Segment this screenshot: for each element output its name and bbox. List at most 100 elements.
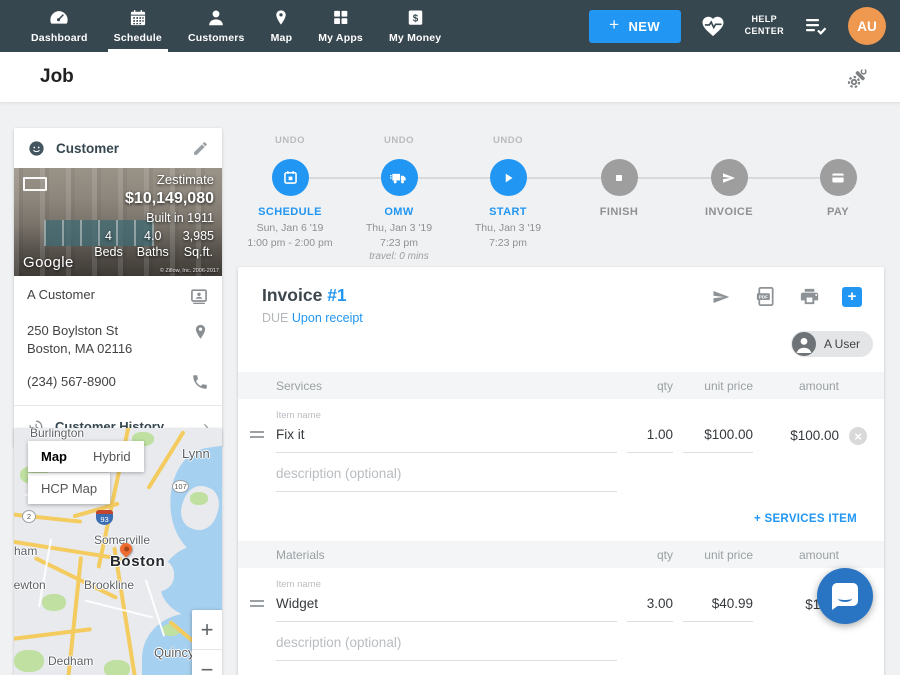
zoom-out-button[interactable]: −	[192, 650, 222, 675]
assignee-name: A User	[824, 337, 860, 351]
person-icon	[205, 8, 227, 28]
nav-map[interactable]: Map	[258, 0, 306, 52]
customer-phone: (234) 567-8900	[27, 373, 116, 391]
drag-handle[interactable]	[250, 428, 266, 453]
undo-schedule-link[interactable]: UNDO	[230, 135, 350, 148]
material-description-row	[238, 635, 884, 661]
schedule-step-button[interactable]	[272, 159, 309, 196]
add-material-row: + MATERIALS ITEM	[238, 661, 884, 675]
location-pin-icon[interactable]	[192, 322, 209, 342]
page-title: Job	[40, 66, 74, 88]
invoice-title: Invoice #1	[262, 285, 347, 306]
step-label: SCHEDULE	[230, 206, 350, 218]
nav-schedule-label: Schedule	[114, 32, 162, 44]
route-107-shield: 107	[172, 480, 189, 493]
plus-icon: +	[848, 289, 857, 304]
invoice-step-button[interactable]	[711, 159, 748, 196]
map-type-hybrid-button[interactable]: Hybrid	[80, 441, 144, 472]
add-service-item-link[interactable]: + SERVICES ITEM	[754, 513, 857, 525]
chat-launcher-button[interactable]	[817, 568, 873, 624]
drag-handle[interactable]	[250, 597, 266, 622]
tasks-check-icon[interactable]	[803, 15, 829, 37]
help-center-link[interactable]: HELP CENTER	[745, 14, 784, 37]
pay-step-button[interactable]	[820, 159, 857, 196]
start-step-button[interactable]	[490, 159, 527, 196]
nav-my-money[interactable]: $ My Money	[376, 0, 454, 52]
step-label: OMW	[339, 206, 459, 218]
map-zoom-control: + −	[192, 610, 222, 675]
pdf-icon[interactable]: PDF	[754, 285, 777, 308]
col-amount: amount	[763, 379, 839, 393]
park-area	[104, 660, 130, 675]
plus-icon: +	[609, 15, 619, 35]
assignee-pill[interactable]: A User	[791, 331, 873, 357]
print-icon[interactable]	[798, 285, 821, 308]
invoice-actions: PDF +	[709, 285, 862, 308]
nav-my-apps-label: My Apps	[318, 32, 363, 44]
edit-pencil-icon[interactable]	[192, 140, 209, 157]
contact-card-icon[interactable]	[189, 286, 209, 306]
col-qty: qty	[627, 379, 673, 393]
send-invoice-icon[interactable]	[709, 286, 733, 308]
finish-step-button[interactable]	[601, 159, 638, 196]
new-button[interactable]: + NEW	[589, 10, 681, 43]
street	[85, 600, 153, 619]
streetview-frame-icon[interactable]	[23, 177, 47, 191]
map-type-map-button[interactable]: Map	[28, 441, 80, 472]
main-nav: Dashboard Schedule Customers Map My Apps…	[0, 0, 454, 52]
map-label-newton: Newton	[14, 578, 46, 592]
svg-text:$: $	[412, 14, 418, 25]
service-price-input[interactable]	[683, 427, 753, 453]
job-tools-icon[interactable]	[846, 66, 870, 90]
service-qty-input[interactable]	[627, 427, 673, 453]
nav-dashboard[interactable]: Dashboard	[18, 0, 101, 52]
customer-name: A Customer	[27, 286, 95, 304]
zestimate-value: $10,149,080	[94, 189, 214, 210]
nav-dashboard-label: Dashboard	[31, 32, 88, 44]
undo-start-link[interactable]: UNDO	[448, 135, 568, 148]
zoom-in-button[interactable]: +	[192, 610, 222, 649]
baths-stat: 4.0Baths	[137, 228, 169, 261]
nav-customers[interactable]: Customers	[175, 0, 258, 52]
built-year: Built in 1911	[94, 210, 214, 226]
col-qty: qty	[627, 548, 673, 562]
truck-icon	[389, 168, 409, 188]
nav-map-label: Map	[271, 32, 293, 44]
map-canvas[interactable]: 107 2 93 Burlington Lynn Somerville ham …	[14, 428, 222, 675]
undo-omw-link[interactable]: UNDO	[339, 135, 459, 148]
omw-step-button[interactable]	[381, 159, 418, 196]
due-value-link[interactable]: Upon receipt	[292, 311, 363, 325]
nav-my-apps[interactable]: My Apps	[305, 0, 376, 52]
customer-card-title: Customer	[56, 141, 192, 156]
material-price-input[interactable]	[683, 596, 753, 622]
section-title: Materials	[276, 548, 617, 562]
user-avatar[interactable]: AU	[848, 7, 886, 45]
property-photo[interactable]: Zestimate $10,149,080 Built in 1911 4Bed…	[14, 168, 222, 276]
zestimate-overlay: Zestimate $10,149,080 Built in 1911 4Bed…	[94, 172, 214, 260]
service-description-input[interactable]	[276, 466, 617, 492]
heart-pulse-icon[interactable]	[700, 14, 726, 38]
phone-icon[interactable]	[191, 373, 209, 391]
material-name-input[interactable]	[276, 596, 617, 622]
add-service-row: + SERVICES ITEM	[238, 492, 884, 541]
step-label: FINISH	[559, 206, 679, 218]
map-label-lynn: Lynn	[182, 446, 210, 461]
help-line2: CENTER	[745, 26, 784, 38]
hcp-map-button[interactable]: HCP Map	[28, 473, 110, 504]
calendar-icon	[128, 8, 148, 28]
material-qty-input[interactable]	[627, 596, 673, 622]
zestimate-label: Zestimate	[94, 172, 214, 189]
step-label: PAY	[778, 206, 898, 218]
remove-item-button[interactable]: ×	[849, 427, 867, 445]
customer-card: Customer Zestimate $10,149,080 Built in …	[14, 128, 222, 447]
grid-icon	[331, 8, 350, 28]
send-icon	[720, 169, 738, 187]
nav-schedule[interactable]: Schedule	[101, 0, 175, 52]
due-label: DUE	[262, 311, 288, 325]
col-unit-price: unit price	[683, 548, 753, 562]
invoice-card: Invoice #1 DUE Upon receipt PDF + A User…	[238, 267, 884, 675]
add-invoice-button[interactable]: +	[842, 287, 862, 307]
step-label: INVOICE	[669, 206, 789, 218]
material-description-input[interactable]	[276, 635, 617, 661]
service-name-input[interactable]	[276, 427, 617, 453]
